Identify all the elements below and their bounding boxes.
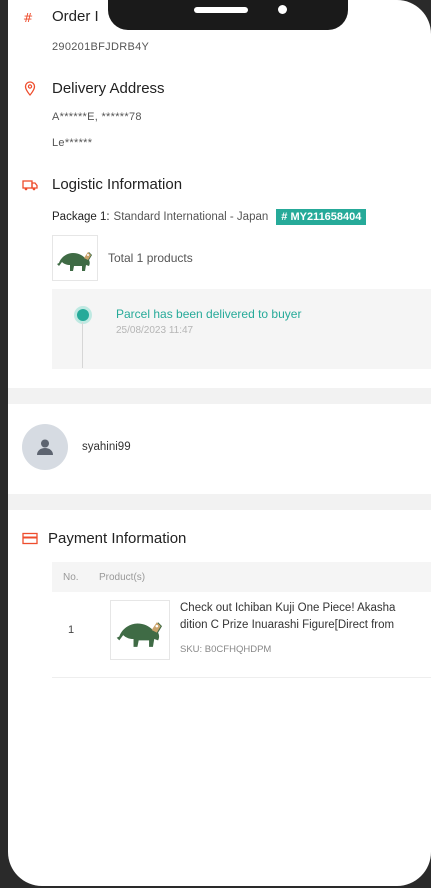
- buyer-username: syahini99: [82, 441, 131, 453]
- total-products: Total 1 products: [108, 251, 193, 265]
- camera-dot: [278, 5, 287, 14]
- shipping-service: Standard International - Japan: [113, 211, 269, 223]
- buyer-section[interactable]: syahini99: [22, 424, 131, 470]
- section-divider: [8, 494, 431, 510]
- product-name-line-2: dition C Prize Inuarashi Figure[Direct f…: [180, 619, 395, 631]
- address-line-2: Le******: [52, 137, 93, 149]
- address-line-1: A******E, ******78: [52, 111, 142, 123]
- payment-table-header: No. Product(s): [52, 562, 431, 592]
- logistic-title: Logistic Information: [52, 176, 183, 193]
- package-products-row: Total 1 products: [52, 235, 431, 281]
- location-pin-icon: [22, 81, 38, 97]
- package-line: Package 1: Standard International - Japa…: [52, 209, 431, 225]
- column-no: No.: [63, 571, 79, 583]
- order-title: Order I: [52, 8, 99, 25]
- svg-text:#: #: [23, 11, 33, 24]
- order-id: 290201BFJDRB4Y: [52, 41, 150, 53]
- row-number: 1: [68, 624, 75, 636]
- tracking-number-badge[interactable]: # MY211658404: [276, 209, 367, 225]
- product-sku: SKU: B0CFHQHDPM: [180, 644, 272, 655]
- logistic-section: Logistic Information Package 1: Standard…: [22, 176, 431, 369]
- payment-icon: [22, 531, 38, 547]
- truck-icon: [22, 177, 38, 193]
- tracking-timeline[interactable]: Parcel has been delivered to buyer 25/08…: [52, 289, 431, 369]
- order-number-icon: #: [22, 9, 38, 25]
- product-thumbnail[interactable]: [52, 235, 98, 281]
- user-icon: [37, 439, 53, 455]
- section-divider: [8, 388, 431, 404]
- timeline-line: [82, 322, 83, 368]
- package-label: Package 1:: [52, 211, 110, 223]
- product-name-line-1: Check out Ichiban Kuji One Piece! Akasha: [180, 602, 396, 614]
- tracking-time: 25/08/2023 11:47: [116, 325, 194, 336]
- delivery-address-section: Delivery Address A******E, ******78 Le**…: [22, 80, 165, 149]
- tracking-status: Parcel has been delivered to buyer: [116, 307, 302, 321]
- payment-title: Payment Information: [48, 530, 187, 547]
- delivery-address-title: Delivery Address: [52, 80, 165, 97]
- avatar: [22, 424, 68, 470]
- screen: # Order I 290201BFJDRB4Y Delivery Addres…: [8, 0, 431, 886]
- payment-section: Payment Information No. Product(s) 1 Che…: [22, 530, 431, 678]
- phone-notch: [108, 0, 348, 30]
- phone-frame: # Order I 290201BFJDRB4Y Delivery Addres…: [0, 0, 431, 888]
- timeline-dot: [77, 309, 89, 321]
- column-products: Product(s): [99, 571, 146, 583]
- product-thumbnail[interactable]: [110, 600, 170, 660]
- speaker-pill: [194, 7, 248, 13]
- product-name[interactable]: Check out Ichiban Kuji One Piece! Akasha…: [180, 600, 431, 634]
- table-row[interactable]: 1 Check out Ichiban Kuji One Piece! Akas…: [52, 594, 431, 678]
